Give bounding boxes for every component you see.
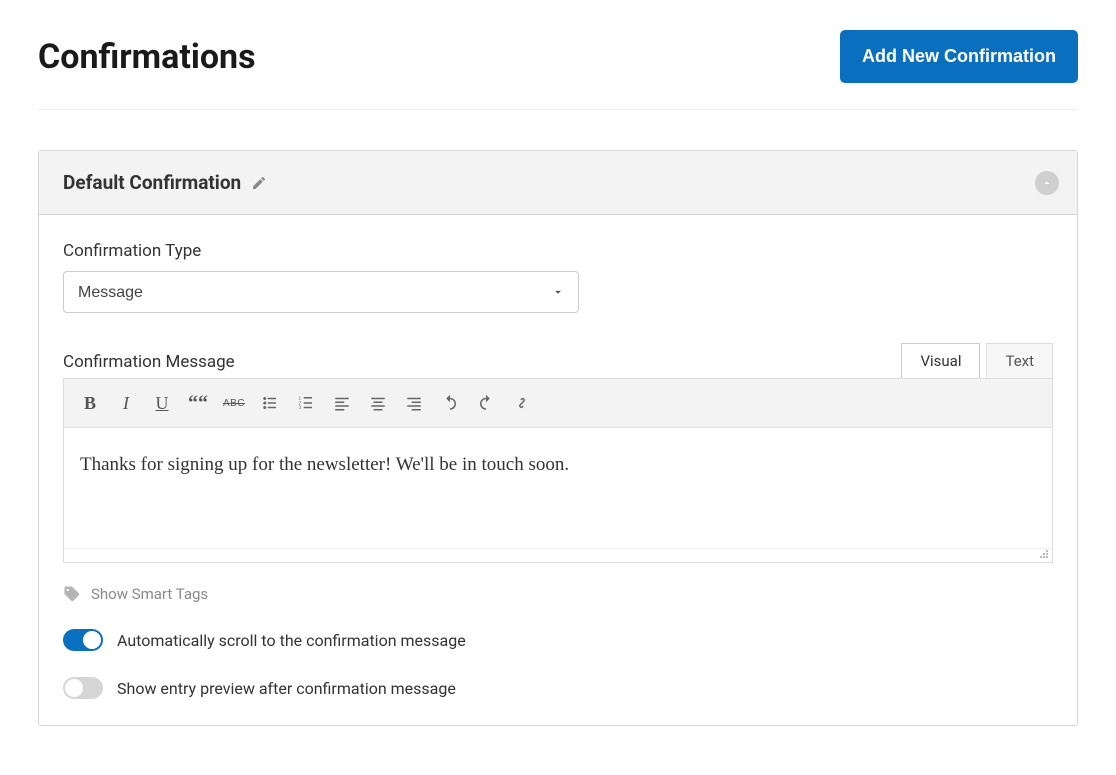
numbered-list-button[interactable]: 123 [290,387,322,419]
editor-resize-handle[interactable] [64,548,1052,562]
bullet-list-icon [261,394,279,412]
confirmation-message-label: Confirmation Message [63,352,235,372]
toggle-row-scroll: Automatically scroll to the confirmation… [63,629,1053,651]
italic-button[interactable]: I [110,387,142,419]
underline-button[interactable]: U [146,387,178,419]
toggle-auto-scroll-label: Automatically scroll to the confirmation… [117,631,466,650]
editor-content[interactable]: Thanks for signing up for the newsletter… [64,428,1052,548]
numbered-list-icon: 123 [297,394,315,412]
align-left-icon [333,394,351,412]
undo-icon [441,394,459,412]
collapse-button[interactable] [1035,171,1059,195]
toggle-entry-preview[interactable] [63,677,103,699]
editor-toolbar: B I U ““ ABC 123 [64,379,1052,428]
confirmation-type-select-wrap: Message [63,271,579,313]
editor: B I U ““ ABC 123 [63,378,1053,563]
bullet-list-button[interactable] [254,387,286,419]
link-icon [513,394,531,412]
align-right-icon [405,394,423,412]
svg-text:3: 3 [299,405,302,411]
confirmation-panel: Default Confirmation Confirmation Type M… [38,150,1078,726]
editor-tabs: Visual Text [901,343,1053,378]
strikethrough-button[interactable]: ABC [218,387,250,419]
align-right-button[interactable] [398,387,430,419]
blockquote-button[interactable]: ““ [182,387,214,419]
tab-text[interactable]: Text [986,343,1053,378]
edit-icon[interactable] [251,175,267,191]
panel-header: Default Confirmation [39,151,1077,215]
panel-body: Confirmation Type Message Confirmation M… [39,215,1077,725]
show-smart-tags-link[interactable]: Show Smart Tags [63,585,1053,603]
show-smart-tags-label: Show Smart Tags [91,585,208,603]
align-center-button[interactable] [362,387,394,419]
link-button[interactable] [506,387,538,419]
align-center-icon [369,394,387,412]
chevron-up-icon [1041,177,1053,189]
page-title: Confirmations [38,37,256,77]
bold-button[interactable]: B [74,387,106,419]
page-header: Confirmations Add New Confirmation [38,30,1078,110]
resize-icon [1038,548,1050,560]
redo-button[interactable] [470,387,502,419]
tab-visual[interactable]: Visual [901,343,980,378]
align-left-button[interactable] [326,387,358,419]
panel-title: Default Confirmation [63,171,241,194]
redo-icon [477,394,495,412]
undo-button[interactable] [434,387,466,419]
confirmation-type-select[interactable]: Message [63,271,579,313]
confirmation-type-label: Confirmation Type [63,241,1053,261]
toggle-entry-preview-label: Show entry preview after confirmation me… [117,679,456,698]
toggle-row-preview: Show entry preview after confirmation me… [63,677,1053,699]
tag-icon [63,585,81,603]
add-confirmation-button[interactable]: Add New Confirmation [840,30,1078,83]
toggle-auto-scroll[interactable] [63,629,103,651]
